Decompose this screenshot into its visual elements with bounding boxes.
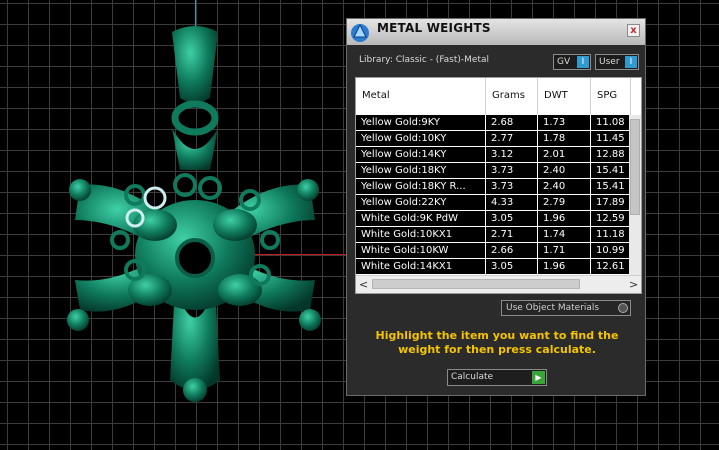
column-header-spg[interactable]: SPG [591, 78, 631, 115]
dwt-cell: 1.74 [538, 227, 591, 243]
column-header-dwt[interactable]: DWT [538, 78, 591, 115]
horizontal-scroll-thumb[interactable] [372, 279, 580, 289]
scroll-left-icon[interactable]: < [359, 278, 368, 292]
spg-cell: 15.41 [591, 163, 629, 179]
metal-cell: Yellow Gold:14KY [356, 147, 486, 163]
metal-cell: Yellow Gold:10KY [356, 131, 486, 147]
metal-weights-dialog: METAL WEIGHTS x Library: Classic - (Fast… [346, 18, 646, 396]
grams-cell: 3.73 [486, 179, 538, 195]
spg-cell: 12.59 [591, 211, 629, 227]
column-header-grams[interactable]: Grams [486, 78, 538, 115]
table-row[interactable]: Yellow Gold:9KY 2.68 1.73 11.08 [356, 115, 629, 131]
dwt-cell: 2.40 [538, 163, 591, 179]
grams-cell: 2.71 [486, 227, 538, 243]
dwt-cell: 1.96 [538, 259, 591, 275]
table-header: Metal Grams DWT SPG [356, 78, 641, 115]
gv-toggle-switch[interactable]: I [577, 56, 589, 68]
spg-cell: 11.08 [591, 115, 629, 131]
table-row[interactable]: White Gold:10KW 2.66 1.71 10.99 [356, 243, 629, 259]
metal-weights-app-icon [351, 23, 369, 42]
metal-cell: White Gold:9K PdW [356, 211, 486, 227]
close-icon[interactable]: x [627, 24, 640, 37]
dwt-cell: 2.01 [538, 147, 591, 163]
horizontal-scrollbar[interactable]: < > [356, 275, 641, 293]
metal-weights-table: Metal Grams DWT SPG Yellow Gold:9KY 2.68 1… [355, 77, 642, 294]
radio-icon[interactable] [618, 303, 628, 313]
spg-cell: 12.88 [591, 147, 629, 163]
table-row[interactable]: White Gold:14KX1 3.05 1.96 12.61 [356, 259, 629, 275]
table-row[interactable]: White Gold:10KX1 2.71 1.74 11.18 [356, 227, 629, 243]
user-toggle-switch[interactable]: I [625, 56, 637, 68]
spg-cell: 12.61 [591, 259, 629, 275]
vertical-scrollbar[interactable] [629, 115, 641, 275]
library-label: Library: Classic - (Fast)-Metal [359, 55, 490, 65]
dwt-cell: 1.78 [538, 131, 591, 147]
metal-cell: Yellow Gold:22KY [356, 195, 486, 211]
metal-cell: White Gold:14KX1 [356, 259, 486, 275]
dialog-titlebar[interactable]: METAL WEIGHTS x [347, 19, 645, 45]
use-object-materials-toggle[interactable]: Use Object Materials [501, 300, 631, 316]
dwt-cell: 2.40 [538, 179, 591, 195]
column-header-metal[interactable]: Metal [356, 78, 486, 115]
table-row[interactable]: Yellow Gold:22KY 4.33 2.79 17.89 [356, 195, 629, 211]
grams-cell: 2.77 [486, 131, 538, 147]
metal-cell: White Gold:10KW [356, 243, 486, 259]
dialog-title: METAL WEIGHTS [377, 21, 491, 35]
user-toggle-label: User [599, 57, 620, 67]
use-object-materials-label: Use Object Materials [506, 303, 600, 313]
metal-cell: White Gold:10KX1 [356, 227, 486, 243]
table-row[interactable]: Yellow Gold:14KY 3.12 2.01 12.88 [356, 147, 629, 163]
table-row[interactable]: Yellow Gold:18KY 3.73 2.40 15.41 [356, 163, 629, 179]
metal-cell: Yellow Gold:18KY R... [356, 179, 486, 195]
dwt-cell: 1.73 [538, 115, 591, 131]
calculate-button[interactable]: Calculate ▶ [447, 369, 547, 386]
metal-cell: Yellow Gold:18KY [356, 163, 486, 179]
spg-cell: 11.45 [591, 131, 629, 147]
instruction-text: Highlight the item you want to find the … [375, 329, 619, 356]
grams-cell: 3.73 [486, 163, 538, 179]
snowflake-pendant-model[interactable] [60, 20, 330, 410]
dwt-cell: 1.71 [538, 243, 591, 259]
vertical-scroll-thumb[interactable] [630, 119, 640, 215]
user-toggle[interactable]: User I [595, 54, 639, 70]
gv-toggle-label: GV [557, 57, 571, 67]
gv-toggle[interactable]: GV I [553, 54, 591, 70]
spg-cell: 17.89 [591, 195, 629, 211]
spg-cell: 10.99 [591, 243, 629, 259]
dwt-cell: 2.79 [538, 195, 591, 211]
table-row[interactable]: Yellow Gold:18KY R... 3.73 2.40 15.41 [356, 179, 629, 195]
scroll-right-icon[interactable]: > [629, 278, 638, 292]
grams-cell: 2.66 [486, 243, 538, 259]
table-body: Yellow Gold:9KY 2.68 1.73 11.08 Yellow Gold:… [356, 115, 629, 275]
grams-cell: 3.12 [486, 147, 538, 163]
spg-cell: 11.18 [591, 227, 629, 243]
table-row[interactable]: White Gold:9K PdW 3.05 1.96 12.59 [356, 211, 629, 227]
grams-cell: 4.33 [486, 195, 538, 211]
dwt-cell: 1.96 [538, 211, 591, 227]
spg-cell: 15.41 [591, 179, 629, 195]
table-row[interactable]: Yellow Gold:10KY 2.77 1.78 11.45 [356, 131, 629, 147]
grams-cell: 2.68 [486, 115, 538, 131]
grams-cell: 3.05 [486, 211, 538, 227]
play-icon[interactable]: ▶ [532, 371, 545, 384]
calculate-label: Calculate [451, 372, 494, 382]
grams-cell: 3.05 [486, 259, 538, 275]
metal-cell: Yellow Gold:9KY [356, 115, 486, 131]
